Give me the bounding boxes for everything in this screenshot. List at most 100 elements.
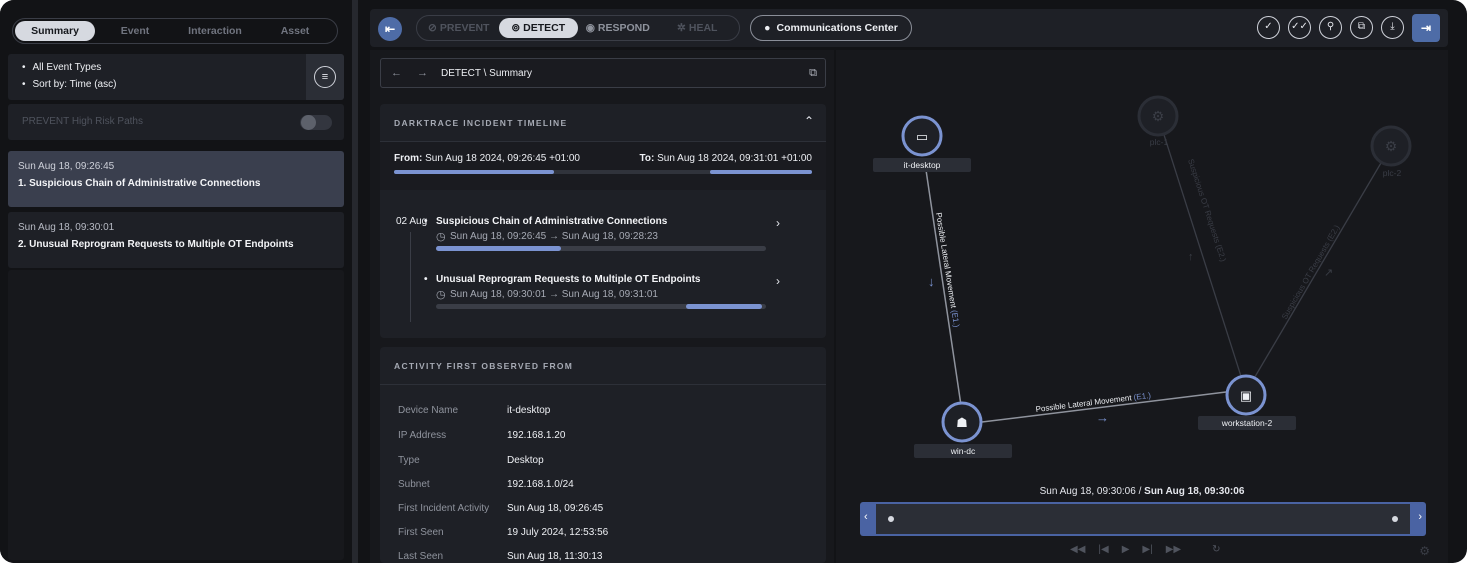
range-segment-1	[394, 170, 554, 174]
timeline-date: 02 Aug	[396, 216, 428, 227]
respond-icon: ◉	[585, 22, 595, 34]
playhead-time: Sun Aug 18, 09:30:06 / Sun Aug 18, 09:30…	[1039, 486, 1245, 497]
tab-interaction[interactable]: Interaction	[175, 21, 255, 41]
progress-fill	[436, 246, 561, 251]
edge-label-lateral-2: Possible Lateral Movement (E1.)	[1035, 391, 1152, 414]
chevron-right-icon[interactable]: ›	[776, 274, 780, 288]
arrow-right-icon: →	[1096, 410, 1109, 425]
collapse-left-panel-button[interactable]: ⇤	[378, 17, 402, 41]
check-icon[interactable]: ✓	[1257, 16, 1280, 39]
incident-title: 2. Unusual Reprogram Requests to Multipl…	[18, 239, 294, 250]
scrubber-end-marker[interactable]	[1392, 516, 1398, 522]
chevron-right-icon[interactable]: ›	[776, 216, 780, 230]
forward-arrow-icon[interactable]: →	[417, 67, 428, 79]
heal-icon: ✲	[677, 22, 686, 34]
timeline-item-title: Unusual Reprogram Requests to Multiple O…	[436, 274, 786, 285]
chat-icon: ●	[764, 22, 771, 34]
timeline-item-1[interactable]: Suspicious Chain of Administrative Conne…	[436, 216, 786, 251]
tab-event[interactable]: Event	[95, 21, 175, 41]
edge-plc2-workstation[interactable]	[1245, 145, 1392, 393]
timeline-item-progress	[436, 246, 766, 251]
network-graph-panel: Suspicious OT Requests (E2.) Suspicious …	[836, 50, 1448, 563]
range-segment-2	[710, 170, 812, 174]
filter-settings-button[interactable]: ≡	[306, 54, 344, 100]
scrubber-start-marker[interactable]	[888, 516, 894, 522]
arrow-up-right-icon: ↗	[1324, 267, 1333, 279]
communications-center-button[interactable]: ● Communications Center	[750, 15, 912, 41]
subnet-row: Subnet 192.168.1.0/24	[398, 479, 574, 490]
edge-plc1-workstation[interactable]	[1157, 115, 1247, 393]
ip-address-row: IP Address 192.168.1.20	[398, 430, 566, 441]
left-panel: Summary Event Interaction Asset All Even…	[0, 0, 352, 563]
node-label-it-desktop: it-desktop	[873, 158, 971, 172]
last-seen-row: Last Seen Sun Aug 18, 11:30:13	[398, 551, 603, 562]
type-row: Type Desktop	[398, 455, 544, 466]
range-to: To: Sun Aug 18 2024, 09:31:01 +01:00	[639, 153, 812, 164]
timeline-connector	[410, 232, 411, 322]
activity-header: ACTIVITY FIRST OBSERVED FROM	[380, 347, 826, 385]
clock-icon: ◷	[436, 231, 446, 243]
first-incident-activity-row: First Incident Activity Sun Aug 18, 09:26…	[398, 503, 604, 514]
prevent-risk-paths-row: PREVENT High Risk Paths	[8, 104, 344, 140]
chip-icon: ⚙	[1152, 108, 1165, 124]
app-window: Summary Event Interaction Asset All Even…	[0, 0, 1467, 563]
breadcrumb-path: DETECT \ Summary	[441, 68, 532, 79]
timeline-range: From: Sun Aug 18 2024, 09:26:45 +01:00 T…	[380, 142, 826, 190]
chip-icon: ⚙	[1385, 138, 1398, 154]
incident-item-1[interactable]: Sun Aug 18, 09:26:45 1. Suspicious Chain…	[8, 151, 344, 207]
fast-forward-icon[interactable]: ▶▶	[1166, 544, 1181, 555]
phase-detect[interactable]: ⊚ DETECT	[498, 18, 578, 38]
detect-icon: ⊚	[511, 22, 521, 34]
filter-sort-order: Sort by: Time (asc)	[22, 79, 344, 90]
breadcrumb: ← → DETECT \ Summary ⧉	[380, 58, 826, 88]
edge-desktop-windc[interactable]	[925, 169, 963, 413]
download-icon[interactable]: ⤓	[1381, 16, 1404, 39]
arrow-down-icon: ↓	[928, 274, 935, 289]
server-icon: ☗	[956, 415, 968, 430]
skip-back-icon[interactable]: |◀	[1098, 544, 1108, 555]
timeline-item-2[interactable]: Unusual Reprogram Requests to Multiple O…	[436, 274, 786, 309]
timeline-item-progress	[436, 304, 766, 309]
incident-time: Sun Aug 18, 09:26:45	[18, 161, 115, 172]
scrubber-left-handle-icon[interactable]: ‹	[864, 511, 868, 523]
summary-panel: ← → DETECT \ Summary ⧉ DARKTRACE INCIDEN…	[370, 50, 834, 563]
chevron-up-icon[interactable]: ⌃	[804, 114, 814, 128]
replay-icon[interactable]: ↻	[1212, 544, 1220, 555]
scrubber-right-handle-icon[interactable]: ›	[1418, 511, 1422, 523]
incident-list-empty-area	[8, 270, 344, 560]
node-label-workstation-2: workstation-2	[1198, 416, 1296, 430]
filter-event-types: All Event Types	[22, 62, 344, 73]
clock-icon: ◷	[436, 289, 446, 301]
range-from: From: Sun Aug 18 2024, 09:26:45 +01:00	[394, 153, 580, 164]
pin-icon[interactable]: ⚲	[1319, 16, 1342, 39]
node-label-plc-2: plc-2	[1382, 168, 1402, 178]
copy-icon[interactable]: ⧉	[1350, 16, 1373, 39]
play-icon[interactable]: ▶	[1122, 544, 1130, 555]
settings-gear-icon[interactable]: ⚙	[1419, 544, 1430, 558]
workstation-icon: ▣	[1240, 388, 1252, 403]
incident-item-2[interactable]: Sun Aug 18, 09:30:01 2. Unusual Reprogra…	[8, 212, 344, 268]
desktop-icon: ▭	[916, 129, 928, 144]
scrubber-track[interactable]	[876, 504, 1410, 534]
timeline-header: DARKTRACE INCIDENT TIMELINE	[380, 104, 826, 142]
phase-switcher: ⊘ PREVENT ⊚ DETECT ◉ RESPOND ✲ HEAL	[416, 15, 740, 41]
playback-controls: ◀◀ |◀ ▶ ▶| ▶▶ ↻	[1070, 544, 1220, 555]
tab-summary[interactable]: Summary	[15, 21, 95, 41]
tab-asset[interactable]: Asset	[255, 21, 335, 41]
copy-link-icon[interactable]: ⧉	[809, 67, 817, 80]
phase-prevent[interactable]: ⊘ PREVENT	[419, 18, 499, 38]
phase-heal[interactable]: ✲ HEAL	[658, 18, 738, 38]
timeline-scrubber[interactable]: ‹ ›	[860, 502, 1426, 536]
rewind-icon[interactable]: ◀◀	[1070, 544, 1085, 555]
risk-paths-label: PREVENT High Risk Paths	[22, 116, 143, 127]
skip-forward-icon[interactable]: ▶|	[1142, 544, 1152, 555]
timeline-item-range: ◷ Sun Aug 18, 09:26:45 → Sun Aug 18, 09:2…	[436, 231, 658, 243]
panel-divider[interactable]	[352, 0, 358, 563]
phase-respond[interactable]: ◉ RESPOND	[578, 18, 658, 38]
double-check-icon[interactable]: ✓✓	[1288, 16, 1311, 39]
incident-time: Sun Aug 18, 09:30:01	[18, 222, 115, 233]
back-arrow-icon[interactable]: ←	[391, 67, 402, 79]
collapse-right-panel-button[interactable]: ⇥	[1412, 14, 1440, 42]
view-tabs: Summary Event Interaction Asset	[12, 18, 338, 44]
risk-paths-toggle[interactable]	[300, 115, 332, 130]
